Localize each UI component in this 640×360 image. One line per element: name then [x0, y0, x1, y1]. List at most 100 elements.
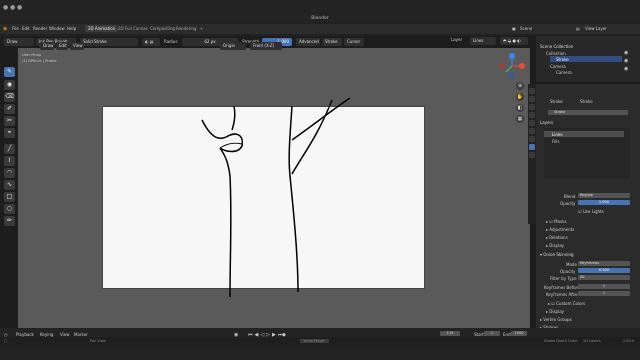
tool-tab-icon[interactable]: [529, 88, 535, 94]
onion-mode-dropdown[interactable]: Keyframes: [578, 261, 630, 266]
outliner-item[interactable]: Stroke: [556, 57, 569, 62]
outliner-item[interactable]: Camera: [556, 70, 572, 75]
modifier-tab-icon[interactable]: [529, 136, 535, 142]
cutter-tool-icon[interactable]: ✂: [4, 116, 15, 126]
outliner-root[interactable]: Scene Collection: [540, 44, 573, 49]
menu-window[interactable]: Window: [49, 26, 65, 31]
mode-dropdown[interactable]: Draw: [4, 38, 34, 46]
scene-icon: ▣: [512, 26, 516, 31]
status-layers: 2D Layers: [583, 339, 601, 343]
onion-skinning-header[interactable]: ▾ Onion Skinning: [540, 252, 574, 257]
relations-panel[interactable]: ▸ Relations: [546, 235, 568, 240]
object-name: Stroke: [550, 99, 563, 104]
pan-icon[interactable]: ✋: [516, 93, 524, 101]
menu-edit[interactable]: Edit: [22, 26, 30, 31]
material-tab-icon[interactable]: [529, 152, 535, 158]
viewport-menu-view[interactable]: View: [70, 42, 84, 50]
circle-tool-icon[interactable]: ○: [4, 204, 15, 214]
viewport-info-object: (1) GPencil | Stroke: [22, 59, 57, 63]
overlay-toggles[interactable]: ◓ ◒ ● ◐: [500, 37, 528, 45]
status-version: 2.83.0: [623, 339, 635, 343]
start-frame-field[interactable]: 1: [484, 331, 500, 336]
visibility-eye-icon[interactable]: ◉: [624, 58, 628, 64]
minimize-window-icon[interactable]: ●: [10, 4, 15, 11]
object-tab-icon[interactable]: [529, 128, 535, 134]
add-workspace-icon[interactable]: +: [197, 25, 206, 32]
onion-mode-label: Mode: [566, 262, 577, 267]
world-tab-icon[interactable]: [529, 120, 535, 126]
status-hint-left: Pan View: [90, 339, 106, 343]
keyframes-before-field[interactable]: 1: [578, 284, 630, 289]
layer-name[interactable]: Fills: [552, 139, 559, 144]
visibility-eye-icon[interactable]: ◉: [624, 66, 628, 72]
tab-2d-full-canvas[interactable]: 2D Full Canvas: [115, 25, 151, 32]
viewport-info-view: User Persp: [22, 53, 42, 57]
onion-display-panel[interactable]: ▸ Display: [546, 309, 564, 314]
viewport-menu-edit[interactable]: Edit: [56, 42, 68, 50]
blend-dropdown[interactable]: Regular: [578, 193, 630, 198]
mouse-icon: ▢: [4, 339, 8, 343]
use-lights-label: Use Lights: [582, 209, 604, 214]
camera-view-icon[interactable]: ◧: [516, 104, 524, 112]
masks-panel[interactable]: ▸ ☑ Masks: [546, 219, 567, 224]
stroke-dropdown[interactable]: Stroke: [322, 38, 342, 46]
menu-render[interactable]: Render: [33, 26, 47, 31]
custom-colors-checkbox[interactable]: ▸ ☑ Custom Colors: [548, 301, 585, 306]
layers-section-header[interactable]: Layers: [540, 120, 553, 125]
output-tab-icon[interactable]: [529, 104, 535, 110]
view-dropdown[interactable]: Front (X-Z): [250, 42, 282, 50]
tab-2d-animation[interactable]: 2D Animation: [85, 25, 119, 32]
advanced-dropdown[interactable]: Advanced: [296, 38, 320, 46]
layer-name[interactable]: Lines: [552, 132, 562, 137]
origin-dropdown[interactable]: Origin: [220, 42, 246, 50]
relations-label: Relations: [549, 235, 568, 240]
menu-file[interactable]: File: [12, 26, 19, 31]
data-name-field[interactable]: Stroke: [548, 110, 628, 115]
layer-dropdown[interactable]: Lines: [470, 37, 496, 45]
tint-tool-icon[interactable]: ✐: [4, 104, 15, 114]
onion-opacity-field[interactable]: 0.500: [578, 268, 630, 273]
display-panel[interactable]: ▸ Display: [546, 243, 564, 248]
current-frame-field[interactable]: 115: [440, 331, 460, 336]
outliner-item[interactable]: Camera: [550, 64, 566, 69]
menu-help[interactable]: Help: [67, 26, 76, 31]
opacity-field[interactable]: 1.000: [578, 200, 630, 205]
draw-tool-icon[interactable]: ✎: [4, 67, 15, 77]
eyedropper-tool-icon[interactable]: ⌖: [4, 128, 15, 138]
view-layer-name[interactable]: View Layer: [585, 26, 607, 31]
object-data-name: Stroke: [580, 99, 593, 104]
data-tab-icon[interactable]: [529, 144, 535, 150]
masks-label: Masks: [554, 219, 567, 224]
cursor-dropdown[interactable]: Cursor: [344, 38, 364, 46]
box-tool-icon[interactable]: □: [4, 192, 15, 202]
viewport-menu-draw[interactable]: Draw: [40, 42, 54, 50]
polyline-tool-icon[interactable]: ⌇: [4, 156, 15, 166]
visibility-eye-icon[interactable]: ◉: [624, 50, 628, 56]
arc-tool-icon[interactable]: ◠: [4, 168, 15, 178]
ortho-toggle-icon[interactable]: ▦: [516, 115, 524, 123]
zoom-icon[interactable]: ⊕: [516, 82, 524, 90]
scene-tab-icon[interactable]: [529, 112, 535, 118]
render-tab-icon[interactable]: [529, 96, 535, 102]
line-tool-icon[interactable]: ╱: [4, 144, 15, 154]
annotate-tool-icon[interactable]: ✏: [4, 216, 15, 226]
erase-tool-icon[interactable]: ⌫: [4, 92, 15, 102]
adjustments-panel[interactable]: ▸ Adjustments: [546, 227, 574, 232]
tab-rendering[interactable]: Rendering: [173, 25, 199, 32]
scene-name[interactable]: Scene: [520, 26, 532, 31]
blender-logo-icon[interactable]: ◉: [3, 26, 7, 32]
end-frame-field[interactable]: 1000: [511, 331, 527, 336]
filter-type-dropdown[interactable]: All: [578, 275, 630, 280]
vertex-groups-panel[interactable]: ▸ Vertex Groups: [540, 317, 572, 322]
curve-tool-icon[interactable]: ∿: [4, 180, 15, 190]
navigation-gizmo[interactable]: [498, 50, 528, 82]
material-selector[interactable]: Solid Stroke: [80, 38, 138, 46]
use-lights-checkbox[interactable]: ☑ Use Lights: [578, 209, 604, 214]
anim-player-popup[interactable]: Anim Player: [300, 339, 329, 343]
keyframes-after-field[interactable]: 1: [578, 291, 630, 296]
display-label: Display: [549, 243, 565, 248]
fill-tool-icon[interactable]: ◉: [4, 80, 15, 90]
color-mode-toggle[interactable]: ◐ ▤: [142, 38, 160, 46]
close-window-icon[interactable]: ●: [3, 4, 8, 11]
maximize-window-icon[interactable]: ●: [17, 4, 22, 11]
